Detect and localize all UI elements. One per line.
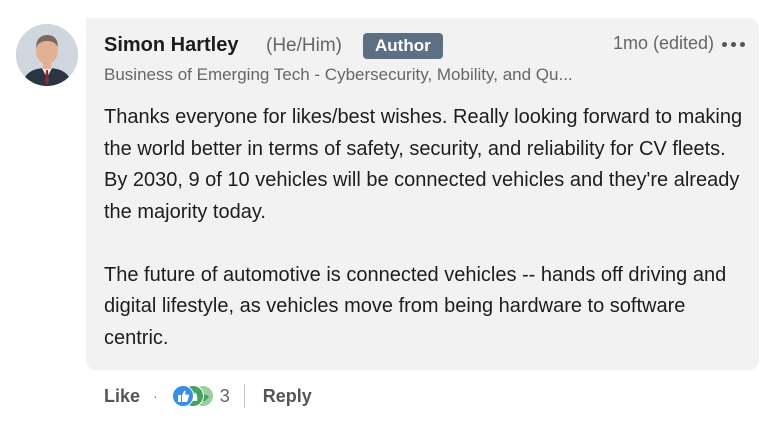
comment-timestamp: 1mo (edited) <box>612 33 714 53</box>
comment-bubble: Simon Hartley (He/Him) Author 1mo (edite… <box>86 18 759 370</box>
author-badge: Author <box>363 33 443 59</box>
comment-actions: Like · 3 Reply <box>104 383 312 409</box>
comment-paragraph: The future of automotive is connected ve… <box>104 263 727 349</box>
author-headline: Business of Emerging Tech - Cybersecurit… <box>104 65 573 84</box>
more-dot-icon <box>740 42 745 47</box>
author-pronouns: (He/Him) <box>266 35 342 56</box>
like-icon <box>171 385 194 407</box>
reaction-count[interactable]: 3 <box>220 386 230 407</box>
more-options-button[interactable] <box>721 38 747 52</box>
more-dot-icon <box>722 42 727 47</box>
like-button[interactable]: Like <box>104 386 140 407</box>
comment-paragraph: Thanks everyone for likes/best wishes. R… <box>104 106 743 223</box>
reply-button[interactable]: Reply <box>263 386 312 407</box>
profile-photo <box>16 24 78 86</box>
comment-text: Thanks everyone for likes/best wishes. R… <box>104 102 744 354</box>
author-name[interactable]: Simon Hartley <box>104 34 238 57</box>
more-dot-icon <box>731 42 736 47</box>
action-divider <box>243 384 245 408</box>
reactions-summary[interactable] <box>171 384 214 408</box>
dot-separator: · <box>153 388 158 404</box>
avatar[interactable] <box>16 24 78 86</box>
